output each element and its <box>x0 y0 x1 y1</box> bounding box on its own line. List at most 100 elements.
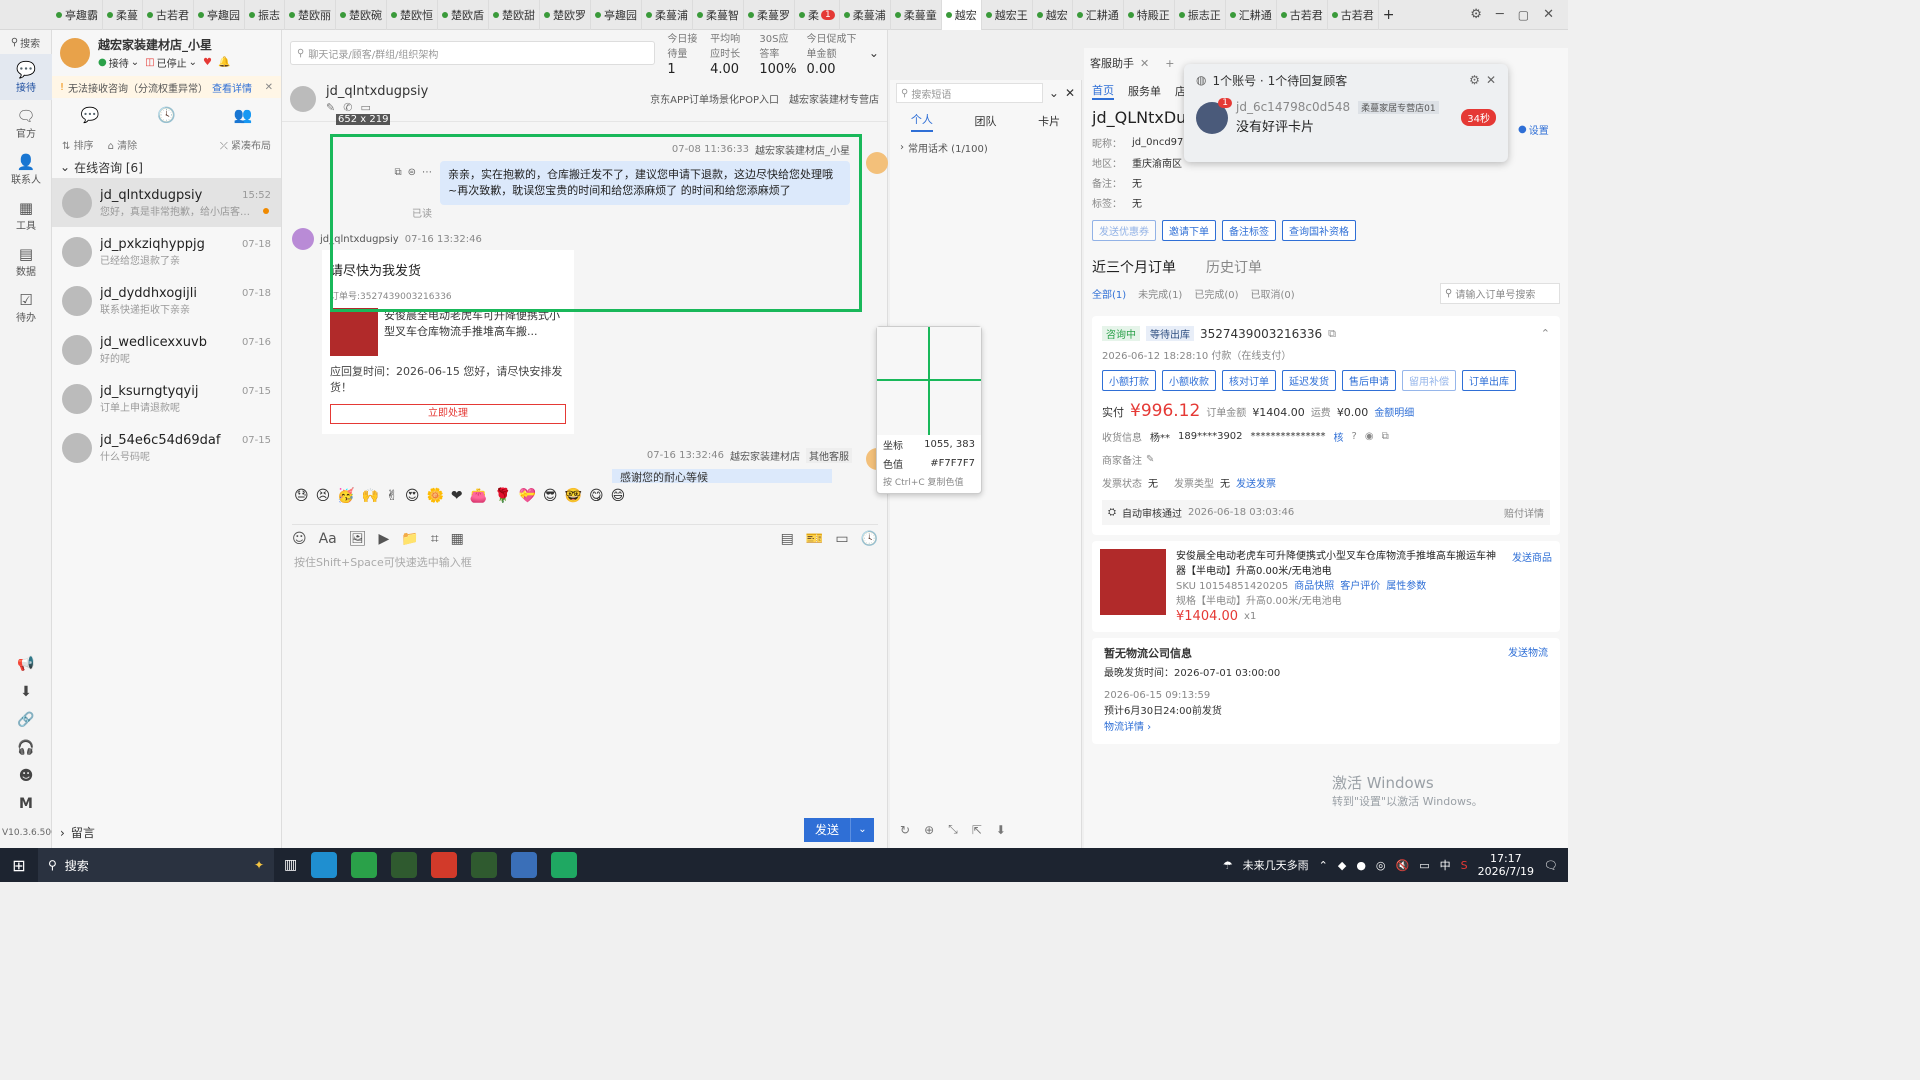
emoji-icon[interactable]: 🙌 <box>362 488 379 504</box>
send-invoice-link[interactable]: 发送发票 <box>1236 475 1276 490</box>
logistics-detail-link[interactable]: 物流详情 › <box>1104 720 1548 736</box>
rail-item-official[interactable]: 🗨 官方 <box>0 100 52 146</box>
message-input[interactable]: 按住Shift+Space可快速选中输入框 <box>294 554 472 570</box>
close-icon[interactable]: ✕ <box>1543 7 1554 22</box>
tab-item[interactable]: 柔1 <box>795 0 840 30</box>
emoji-icon[interactable]: 🥳 <box>337 488 354 504</box>
tab-item[interactable]: 越宏 <box>1033 0 1073 30</box>
message-board-section[interactable]: › 留言 <box>60 824 95 841</box>
edge-icon[interactable] <box>311 852 338 878</box>
weather-text[interactable]: 未来几天多雨 <box>1243 857 1309 873</box>
history-orders-tab[interactable]: 历史订单 <box>1206 257 1262 277</box>
refresh-icon[interactable]: ↻ <box>900 823 910 837</box>
tab-item[interactable]: 柔蔓浦 <box>840 0 891 30</box>
quick-reply-search[interactable]: ⚲ 搜索短语 <box>896 83 1043 103</box>
sort-button[interactable]: ⇅ 排序 <box>62 137 94 152</box>
note-icon[interactable]: ▤ <box>781 531 794 547</box>
emoji-icon[interactable]: ✌ <box>386 488 398 504</box>
emoji-icon[interactable]: 😋 <box>589 488 604 504</box>
tab-item[interactable]: 越宏王 <box>982 0 1033 30</box>
sogou-icon[interactable]: S <box>1461 859 1468 872</box>
folder-icon[interactable]: 📁 <box>401 531 418 547</box>
volume-icon[interactable]: 🔇 <box>1396 859 1410 872</box>
status-reception[interactable]: ● 接待 ⌄ <box>98 55 139 70</box>
contact-item[interactable]: jd_pxkziqhyppjg 已经给您退款了亲 07-18 <box>52 227 281 276</box>
chevron-down-icon[interactable]: ⌄ <box>869 46 879 60</box>
order-action-button[interactable]: 延迟发货 <box>1282 370 1336 391</box>
rail-item-data[interactable]: ▤ 数据 <box>0 238 52 284</box>
history-tab-icon[interactable]: 🕓 <box>157 106 176 124</box>
recent-orders-tab[interactable]: 近三个月订单 <box>1092 257 1176 277</box>
warning-detail-link[interactable]: 查看详情 <box>212 80 252 95</box>
send-coupon-button[interactable]: 发送优惠券 <box>1092 220 1156 241</box>
verify-icon[interactable]: 核 <box>1334 429 1344 444</box>
tab-item[interactable]: 楚欧丽 <box>285 0 336 30</box>
taskbar-search[interactable]: ⚲ 搜索 ✦ <box>38 848 274 882</box>
assistant-settings[interactable]: ● 设置 <box>1518 122 1549 137</box>
minimize-icon[interactable]: ─ <box>1496 7 1504 22</box>
task-view-icon[interactable]: ▥ <box>284 857 297 873</box>
chat-tab-icon[interactable]: 💬 <box>81 106 100 124</box>
bell-icon[interactable]: 🔔 <box>218 57 230 68</box>
coupon-icon[interactable]: 🎫 <box>806 531 823 547</box>
clock[interactable]: 17:17 2026/7/19 <box>1478 852 1534 878</box>
notification-icon[interactable]: 🗨 <box>1544 859 1558 872</box>
tab-card[interactable]: 卡片 <box>1038 113 1060 129</box>
tab-item[interactable]: 振志正 <box>1175 0 1226 30</box>
order-action-button[interactable]: 小额打款 <box>1102 370 1156 391</box>
tab-item[interactable]: 亭趣霸 <box>52 0 103 30</box>
status-stopped[interactable]: ◫ 已停止 ⌄ <box>145 55 197 70</box>
product-thumbnail[interactable] <box>330 308 378 356</box>
chevron-up-icon[interactable]: ⌃ <box>1319 859 1328 872</box>
clock-icon[interactable]: 🕓 <box>861 531 878 547</box>
network-icon[interactable]: ◎ <box>1376 859 1386 872</box>
order-action-button[interactable]: 订单出库 <box>1462 370 1516 391</box>
subsidy-check-button[interactable]: 查询国补资格 <box>1282 220 1356 241</box>
shield-icon[interactable]: ◆ <box>1338 859 1346 872</box>
tab-item[interactable]: 楚欧盾 <box>438 0 489 30</box>
robot-icon[interactable]: ☻ <box>19 768 34 784</box>
tab-item[interactable]: 楚欧碗 <box>336 0 387 30</box>
order-search-input[interactable]: ⚲ 请输入订单号搜索 <box>1440 283 1560 304</box>
filter-all[interactable]: 全部(1) <box>1092 286 1126 301</box>
headset-icon[interactable]: 🎧 <box>17 740 34 756</box>
download-icon[interactable]: ⬇ <box>20 684 32 700</box>
emoji-icon[interactable]: 😍 <box>405 488 420 504</box>
add-icon[interactable]: ⊕ <box>924 823 934 837</box>
store-avatar[interactable] <box>60 38 90 68</box>
emoji-icon[interactable]: 😄 <box>611 488 626 504</box>
edit-icon[interactable]: ✎ <box>326 101 335 114</box>
rail-item-tools[interactable]: ▦ 工具 <box>0 192 52 238</box>
nav-home[interactable]: 首页 <box>1092 82 1114 100</box>
rail-item-todo[interactable]: ☑ 待办 <box>0 284 52 330</box>
tab-item[interactable]: 汇耕通 <box>1226 0 1277 30</box>
tab-item[interactable]: 楚欧恒 <box>387 0 438 30</box>
order-action-button[interactable]: 核对订单 <box>1222 370 1276 391</box>
app-star-icon[interactable] <box>391 852 418 878</box>
add-icon[interactable]: + <box>1165 57 1174 70</box>
shrink-icon[interactable]: ⤡ <box>948 822 958 837</box>
group-tab-icon[interactable]: 👥 <box>233 106 252 124</box>
close-icon[interactable]: ✕ <box>1486 73 1496 87</box>
rail-item-contacts[interactable]: 👤 联系人 <box>0 146 52 192</box>
phone-icon[interactable]: ✆ <box>343 101 352 114</box>
quick-reply-group[interactable]: › 常用话术 (1/100) <box>890 136 1081 159</box>
edit-icon[interactable]: ✎ <box>1146 454 1154 465</box>
external-icon[interactable]: ⇱ <box>972 823 982 837</box>
wechat-icon[interactable] <box>351 852 378 878</box>
tab-item[interactable]: 汇耕通 <box>1073 0 1124 30</box>
close-icon[interactable]: ✕ <box>265 82 273 93</box>
wechat-tray-icon[interactable]: ● <box>1356 859 1366 872</box>
nav-service-order[interactable]: 服务单 <box>1128 83 1161 99</box>
contact-item[interactable]: jd_qlntxdugpsiy 您好，真是非常抱歉，给小店客服... 15:52 <box>52 178 281 227</box>
send-product-link[interactable]: 发送商品 <box>1512 549 1552 564</box>
send-logistics-link[interactable]: 发送物流 <box>1508 646 1548 662</box>
attributes-link[interactable]: 属性参数 <box>1386 579 1426 594</box>
group-header-online[interactable]: ⌄ 在线咨询 [6] <box>52 156 281 178</box>
invite-order-button[interactable]: 邀请下单 <box>1162 220 1216 241</box>
product-image[interactable] <box>1100 549 1166 615</box>
tab-item[interactable]: 特殿正 <box>1124 0 1175 30</box>
link-icon[interactable]: 🔗 <box>17 712 34 728</box>
close-icon[interactable]: ✕ <box>1140 57 1149 70</box>
ime-indicator[interactable]: 中 <box>1440 857 1451 873</box>
